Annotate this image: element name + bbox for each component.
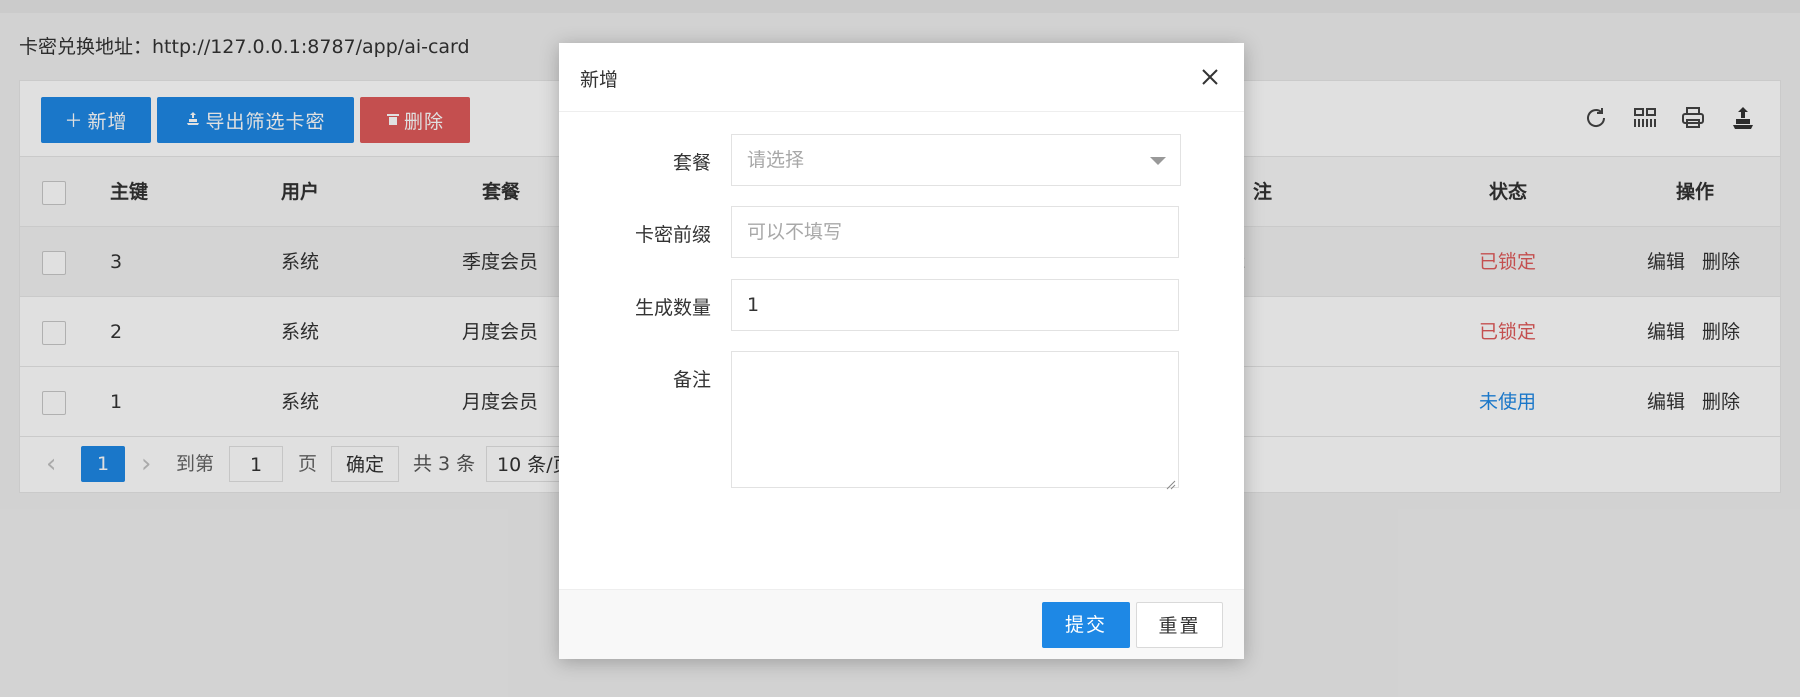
submit-button[interactable]: 提交 <box>1042 602 1130 648</box>
plan-select-placeholder: 请选择 <box>747 149 805 171</box>
resize-handle-icon[interactable] <box>1166 475 1176 490</box>
dialog-footer: 提交 重置 <box>559 589 1244 659</box>
reset-button[interactable]: 重置 <box>1136 602 1223 648</box>
count-input[interactable]: 1 <box>731 279 1179 331</box>
add-card-dialog: 新增 套餐 请选择 卡密前缀 可以不填写 生成数量 1 备注 提交 重置 <box>559 43 1244 659</box>
prefix-input[interactable]: 可以不填写 <box>731 206 1179 258</box>
note-textarea[interactable] <box>731 351 1179 490</box>
note-label: 备注 <box>672 369 711 391</box>
chevron-down-icon <box>1150 157 1166 165</box>
dialog-title: 新增 <box>580 69 619 91</box>
close-icon[interactable] <box>1198 65 1222 89</box>
plan-label: 套餐 <box>672 152 711 174</box>
count-label: 生成数量 <box>634 297 711 319</box>
prefix-label: 卡密前缀 <box>634 224 711 246</box>
dialog-header: 新增 <box>559 43 1244 112</box>
plan-select[interactable]: 请选择 <box>731 134 1181 186</box>
